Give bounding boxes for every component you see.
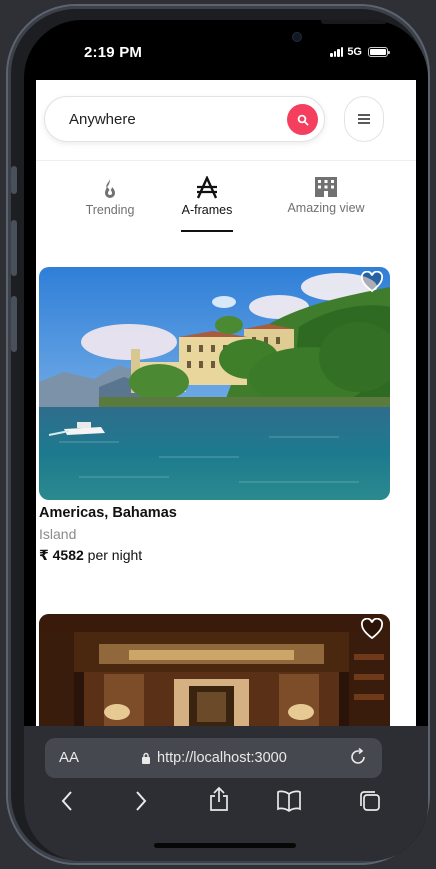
- search-button[interactable]: [287, 104, 318, 135]
- listing-card[interactable]: [39, 614, 390, 726]
- listing-card[interactable]: Americas, Bahamas Island ₹ 4582 per nigh…: [39, 267, 390, 564]
- network-label: 5G: [347, 46, 362, 58]
- price-amount: ₹ 4582: [39, 547, 84, 563]
- favorite-button[interactable]: [360, 617, 384, 645]
- camera-icon: [292, 32, 302, 42]
- url-text: http://localhost:3000: [157, 750, 287, 766]
- category-a-frames[interactable]: A-frames: [171, 176, 243, 232]
- home-indicator: [154, 843, 296, 848]
- phone-frame: 2:19 PM 5G Anywhere Trending A-frames Am…: [6, 4, 430, 865]
- building-icon: [315, 177, 337, 197]
- villa-lake-image: [39, 267, 390, 500]
- flame-icon: [105, 177, 115, 198]
- a-frame-icon: [196, 176, 218, 199]
- interior-image: [39, 614, 390, 726]
- listing-photo[interactable]: [39, 614, 390, 726]
- status-bar: 2:19 PM 5G: [24, 20, 428, 80]
- favorite-button[interactable]: [360, 270, 384, 298]
- share-icon: [210, 786, 228, 811]
- search-text[interactable]: Anywhere: [69, 111, 136, 128]
- browser-toolbar: [24, 786, 428, 826]
- forward-button[interactable]: [134, 790, 148, 817]
- bookmarks-button[interactable]: [276, 790, 302, 817]
- category-label: Amazing view: [287, 201, 365, 215]
- share-button[interactable]: [208, 786, 230, 817]
- phone-screen: 2:19 PM 5G Anywhere Trending A-frames Am…: [24, 20, 428, 861]
- chevron-right-icon: [136, 791, 147, 811]
- category-trending[interactable]: Trending: [72, 176, 148, 217]
- category-label: A-frames: [181, 203, 233, 217]
- lock-icon: [142, 752, 150, 764]
- menu-button[interactable]: [344, 96, 384, 142]
- book-icon: [277, 790, 301, 813]
- tabs-icon: [360, 791, 380, 811]
- reload-icon: [351, 747, 365, 764]
- listing-type: Island: [39, 526, 77, 542]
- search-bar[interactable]: Anywhere: [44, 96, 325, 142]
- heart-icon: [360, 617, 384, 640]
- active-tab-indicator: [181, 230, 233, 232]
- listing-location: Americas, Bahamas: [39, 505, 177, 521]
- notch: [153, 20, 387, 56]
- listing-photo[interactable]: [39, 267, 390, 500]
- heart-icon: [360, 270, 384, 293]
- clock: 2:19 PM: [84, 44, 143, 61]
- browser-chrome: AA http://localhost:3000: [24, 726, 428, 861]
- address-bar[interactable]: AA http://localhost:3000: [45, 738, 382, 778]
- chevron-left-icon: [61, 791, 72, 811]
- price-unit: per night: [87, 547, 143, 563]
- category-label: Trending: [85, 203, 135, 217]
- listing-price: ₹ 4582 per night: [39, 547, 390, 564]
- category-bar: : Trending A-frames: [36, 176, 416, 236]
- tabs-button[interactable]: [358, 790, 382, 817]
- text-size-button[interactable]: AA: [59, 749, 79, 766]
- header-divider: [36, 160, 416, 161]
- signal-icon: [330, 47, 344, 57]
- url-display[interactable]: http://localhost:3000: [141, 750, 287, 766]
- status-icons: 5G: [330, 46, 390, 58]
- hamburger-icon: [358, 114, 370, 124]
- reload-button[interactable]: [348, 747, 368, 772]
- web-page: Anywhere :: [36, 80, 416, 726]
- back-button[interactable]: [60, 790, 74, 817]
- search-icon: [297, 114, 309, 126]
- battery-icon: [368, 47, 390, 57]
- category-amazing-view[interactable]: Amazing view: [283, 176, 369, 215]
